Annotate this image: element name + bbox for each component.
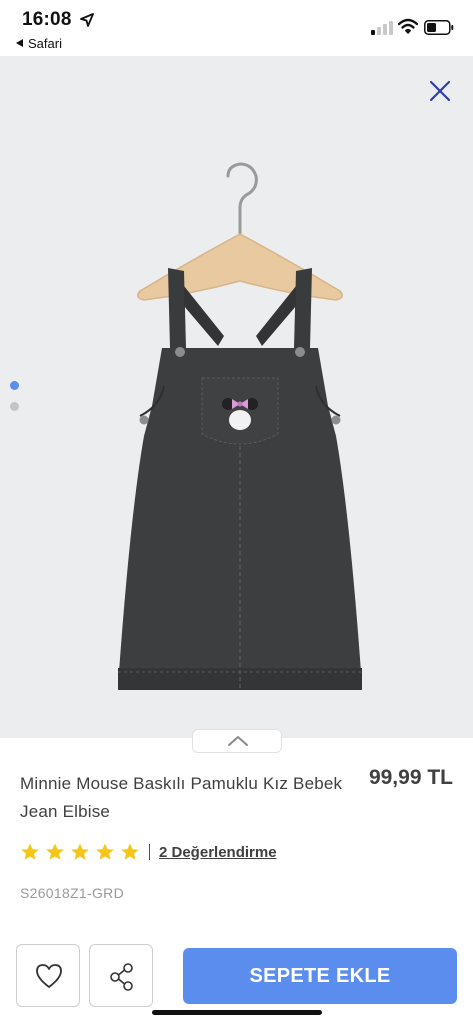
chevron-up-icon [228,736,248,746]
star-icon [71,843,89,860]
share-icon [110,963,133,991]
product-price: 99,99 TL [368,766,453,789]
battery-icon [424,20,454,35]
back-app-label: Safari [28,36,62,51]
heart-icon [36,964,62,988]
status-bar: 16:08 Safari [0,0,473,56]
star-icon [46,843,64,860]
product-image [118,162,362,690]
rating-row: 2 Değerlendirme [20,840,277,864]
back-to-app-link[interactable]: Safari [16,36,62,51]
favorite-button[interactable] [16,944,80,1007]
back-triangle-icon [16,39,23,47]
star-icon [96,843,114,860]
gallery-dot-active[interactable] [10,381,19,390]
wifi-icon [398,18,418,34]
close-icon[interactable] [425,76,455,106]
status-time: 16:08 [22,9,72,30]
share-button[interactable] [89,944,153,1007]
reviews-link[interactable]: 2 Değerlendirme [159,844,277,861]
rating-divider [149,844,150,860]
add-to-cart-button[interactable]: SEPETE EKLE [183,948,457,1004]
product-image-gallery[interactable] [0,56,473,738]
star-icon [121,843,139,860]
location-arrow-icon [80,13,94,27]
product-title: Minnie Mouse Baskılı Pamuklu Kız Bebek J… [20,774,343,821]
gallery-pagination [10,381,22,423]
cellular-signal-icon [371,21,393,35]
gallery-dot[interactable] [10,402,19,411]
star-rating [20,842,145,862]
expand-details-handle[interactable] [192,729,282,753]
product-sku: S26018Z1-GRD [20,885,124,901]
star-icon [21,843,39,860]
home-indicator[interactable] [152,1010,322,1015]
